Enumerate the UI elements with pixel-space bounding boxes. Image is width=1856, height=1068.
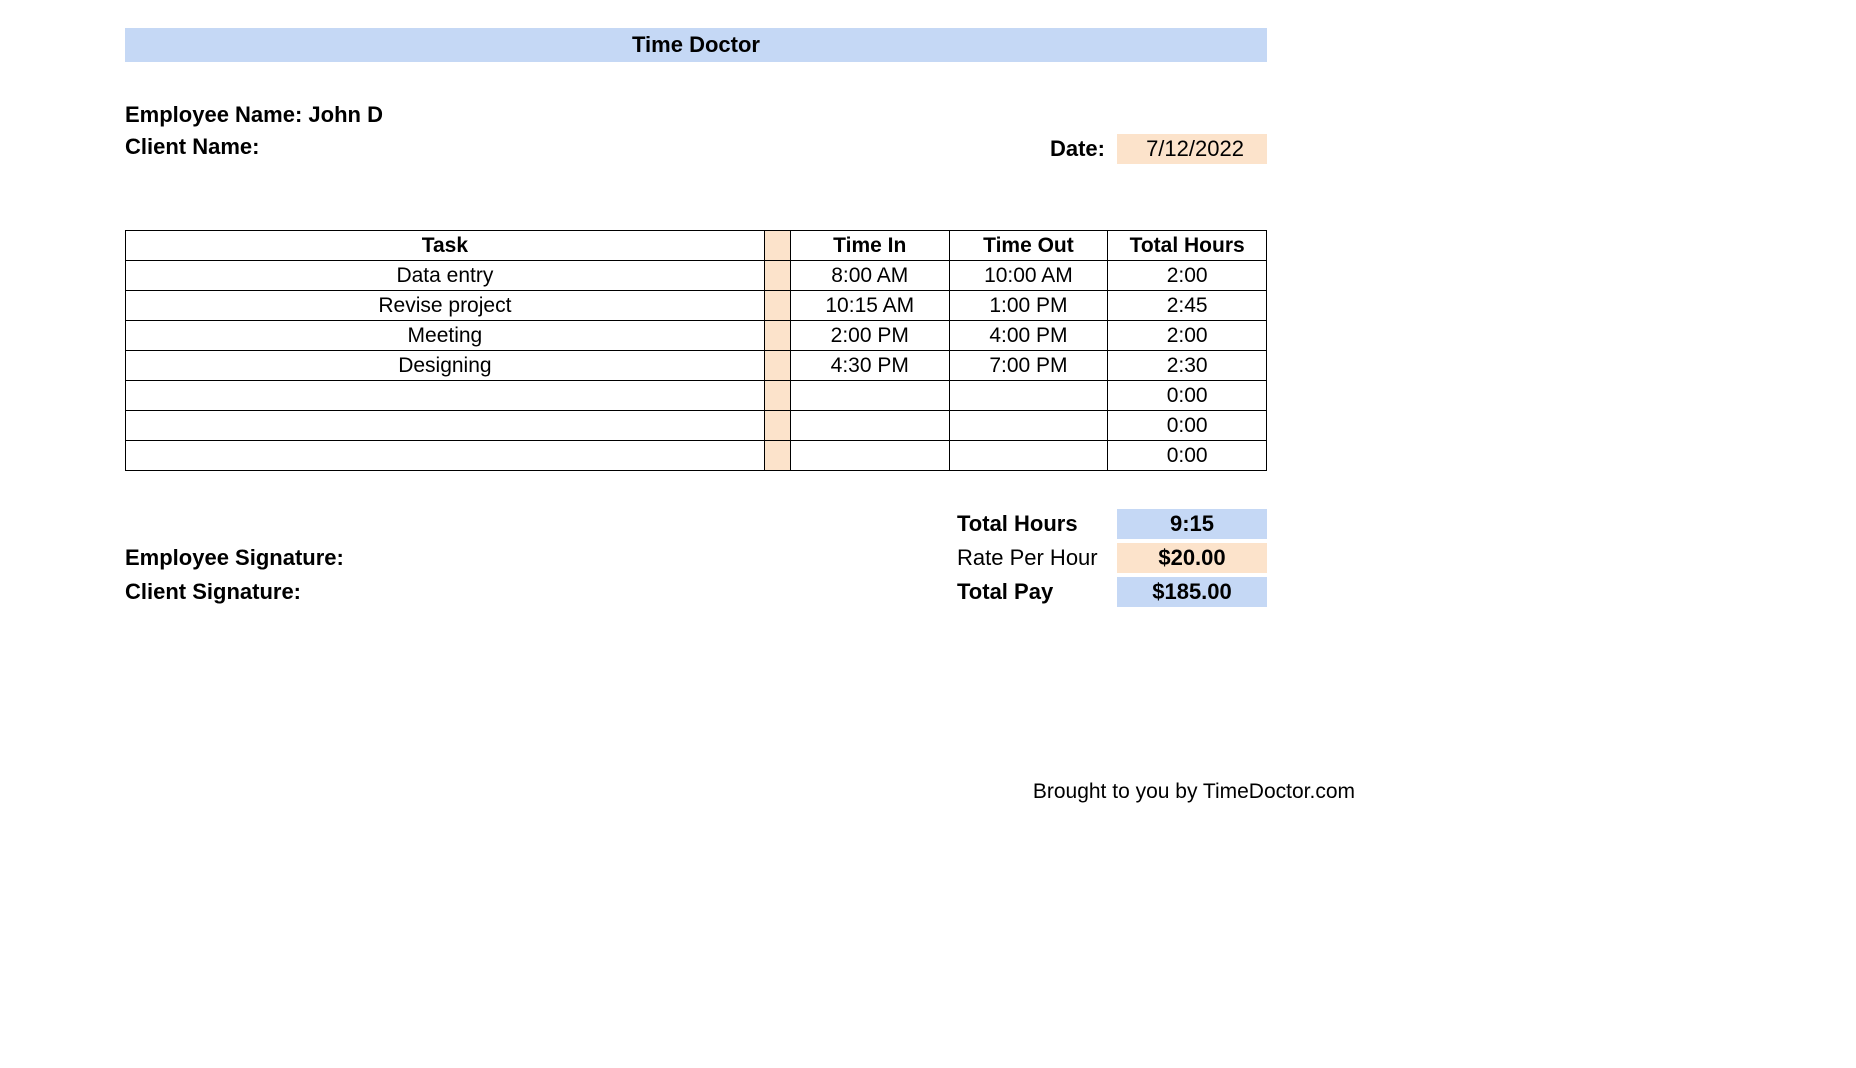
table-row: Meeting 2:00 PM4:00 PM2:00 — [126, 321, 1267, 351]
cell-timein[interactable]: 10:15 AM — [790, 291, 949, 321]
cell-timeout[interactable]: 4:00 PM — [949, 321, 1108, 351]
cell-total: 0:00 — [1108, 411, 1267, 441]
cell-task[interactable]: Meeting — [126, 321, 765, 351]
total-hours-label: Total Hours — [957, 511, 1117, 537]
cell-total: 2:00 — [1108, 261, 1267, 291]
col-header-timeout: Time Out — [949, 231, 1108, 261]
col-header-task: Task — [126, 231, 765, 261]
table-row: 0:00 — [126, 411, 1267, 441]
cell-narrow[interactable] — [764, 411, 790, 441]
cell-total: 2:00 — [1108, 321, 1267, 351]
cell-timein[interactable] — [790, 441, 949, 471]
employee-signature-label: Employee Signature: — [125, 545, 344, 571]
total-hours-value: 9:15 — [1117, 509, 1267, 539]
table-row: 0:00 — [126, 441, 1267, 471]
col-header-narrow — [764, 231, 790, 261]
cell-timeout[interactable] — [949, 381, 1108, 411]
cell-timein[interactable] — [790, 381, 949, 411]
client-signature-label: Client Signature: — [125, 579, 301, 605]
table-row: 0:00 — [126, 381, 1267, 411]
rate-label: Rate Per Hour — [957, 545, 1117, 571]
document-title: Time Doctor — [125, 28, 1267, 62]
cell-task[interactable] — [126, 381, 765, 411]
date-label: Date: — [1050, 136, 1105, 162]
cell-narrow[interactable] — [764, 321, 790, 351]
cell-timein[interactable]: 4:30 PM — [790, 351, 949, 381]
cell-timein[interactable]: 8:00 AM — [790, 261, 949, 291]
cell-task[interactable] — [126, 411, 765, 441]
cell-narrow[interactable] — [764, 441, 790, 471]
cell-task[interactable]: Data entry — [126, 261, 765, 291]
cell-timeout[interactable]: 1:00 PM — [949, 291, 1108, 321]
table-row: Designing 4:30 PM7:00 PM2:30 — [126, 351, 1267, 381]
cell-total: 0:00 — [1108, 441, 1267, 471]
cell-timeout[interactable] — [949, 441, 1108, 471]
cell-narrow[interactable] — [764, 291, 790, 321]
rate-value[interactable]: $20.00 — [1117, 543, 1267, 573]
cell-task[interactable]: Revise project — [126, 291, 765, 321]
client-name-label: Client Name: — [125, 134, 259, 164]
date-value[interactable]: 7/12/2022 — [1117, 134, 1267, 164]
col-header-total: Total Hours — [1108, 231, 1267, 261]
timesheet-table: Task Time In Time Out Total Hours Data e… — [125, 230, 1267, 471]
cell-timein[interactable]: 2:00 PM — [790, 321, 949, 351]
cell-timein[interactable] — [790, 411, 949, 441]
table-row: Revise project 10:15 AM1:00 PM2:45 — [126, 291, 1267, 321]
col-header-timein: Time In — [790, 231, 949, 261]
cell-total: 2:45 — [1108, 291, 1267, 321]
cell-narrow[interactable] — [764, 381, 790, 411]
table-header-row: Task Time In Time Out Total Hours — [126, 231, 1267, 261]
cell-narrow[interactable] — [764, 351, 790, 381]
cell-total: 0:00 — [1108, 381, 1267, 411]
cell-timeout[interactable] — [949, 411, 1108, 441]
employee-name: Employee Name: John D — [125, 102, 383, 128]
table-row: Data entry 8:00 AM10:00 AM2:00 — [126, 261, 1267, 291]
cell-task[interactable] — [126, 441, 765, 471]
total-pay-value: $185.00 — [1117, 577, 1267, 607]
cell-timeout[interactable]: 10:00 AM — [949, 261, 1108, 291]
total-pay-label: Total Pay — [957, 579, 1117, 605]
cell-task[interactable]: Designing — [126, 351, 765, 381]
footer-text: Brought to you by TimeDoctor.com — [1033, 780, 1355, 803]
cell-total: 2:30 — [1108, 351, 1267, 381]
cell-narrow[interactable] — [764, 261, 790, 291]
cell-timeout[interactable]: 7:00 PM — [949, 351, 1108, 381]
